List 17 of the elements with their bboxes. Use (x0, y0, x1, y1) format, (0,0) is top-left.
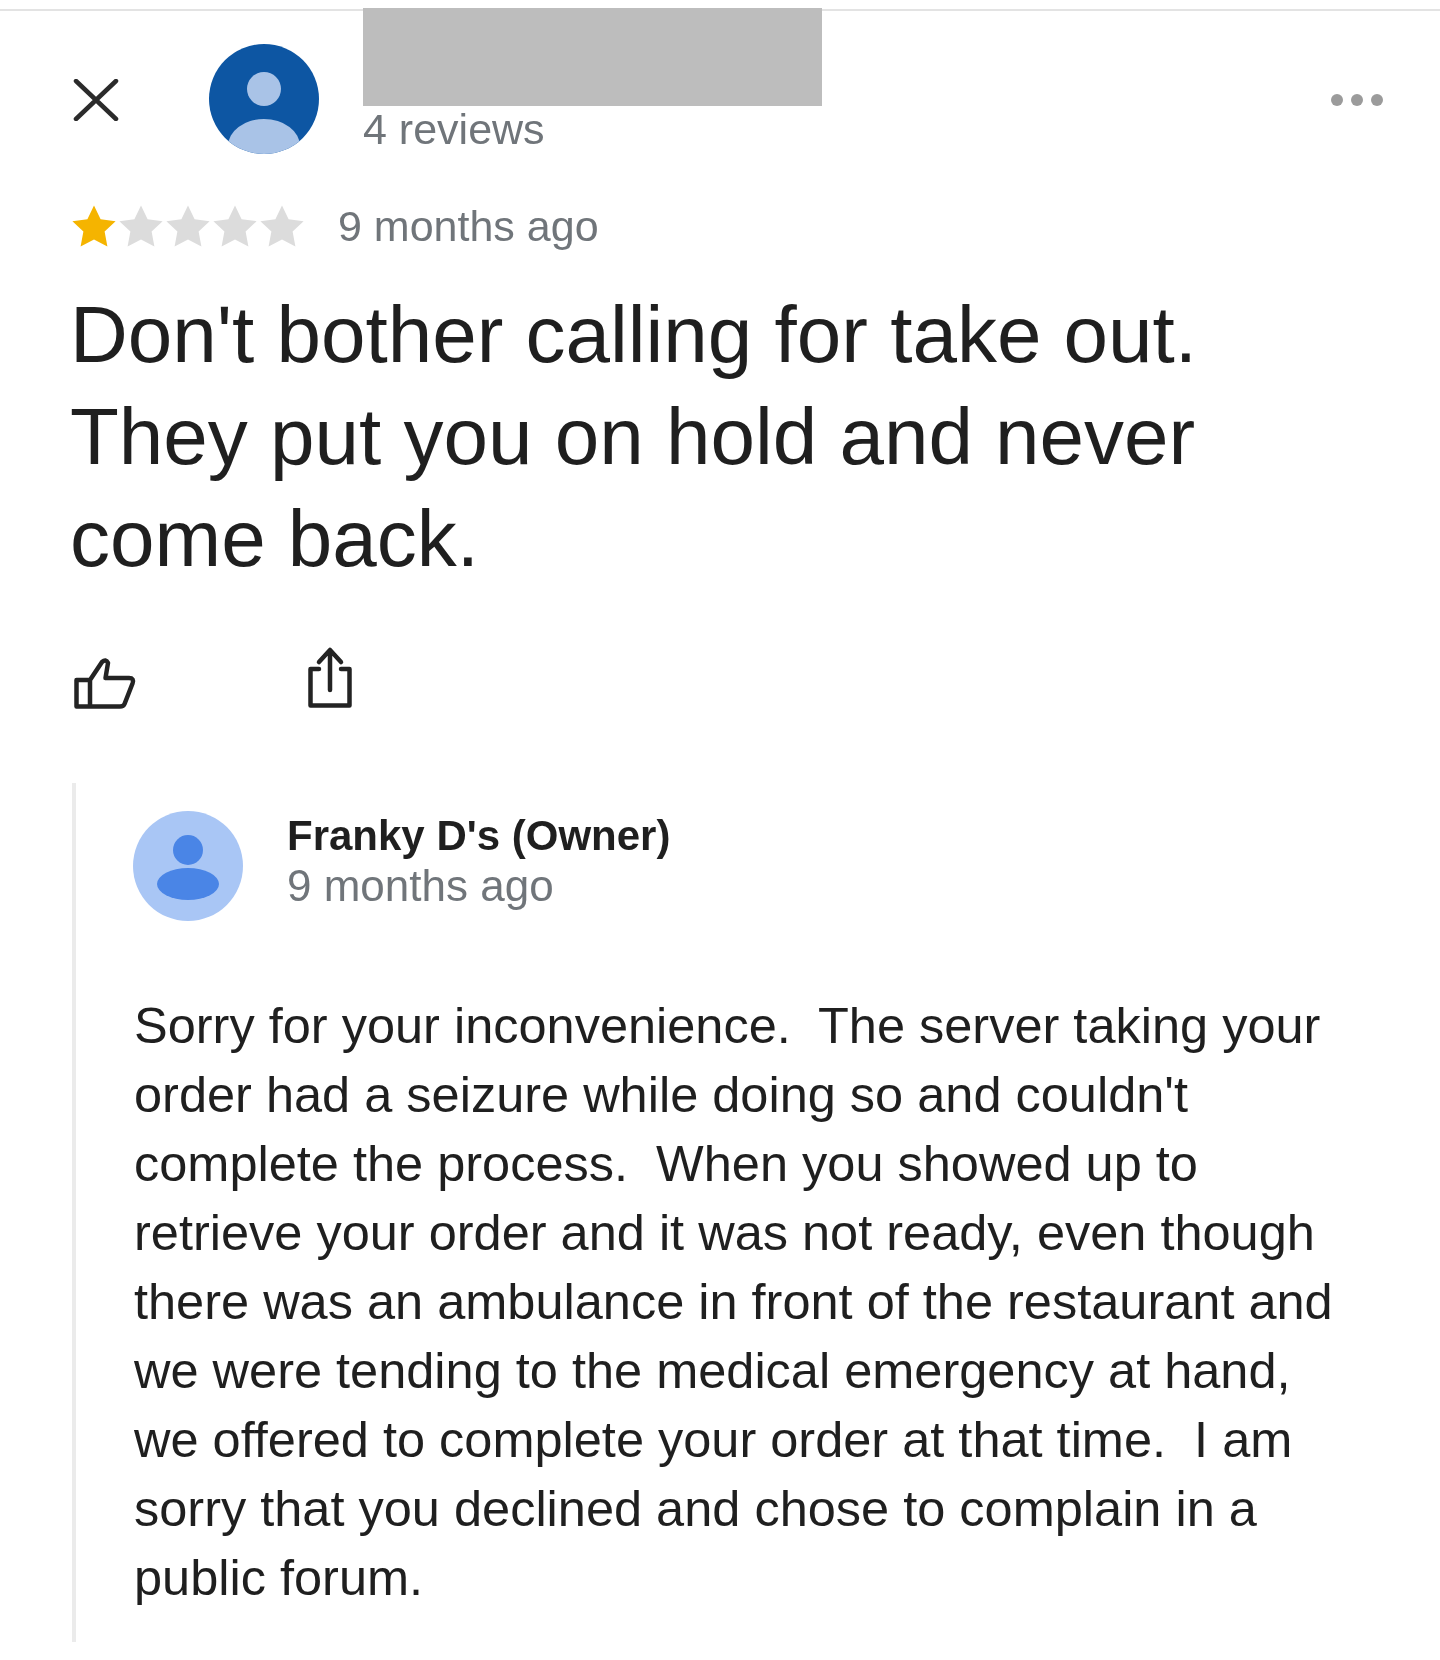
review-time: 9 months ago (338, 202, 599, 250)
owner-name: Franky D's (Owner) (287, 811, 671, 861)
star-icon (166, 205, 210, 247)
more-options-icon[interactable] (1330, 93, 1384, 107)
avatar-icon (209, 44, 319, 154)
review-text: Don't bother calling for take out. They put you on hold and never come back. (70, 289, 1199, 585)
avatar-icon (133, 811, 243, 921)
close-icon[interactable] (72, 79, 120, 121)
star-icon (260, 205, 304, 247)
thumbs-up-icon[interactable] (74, 657, 136, 709)
reply-time: 9 months ago (287, 861, 554, 911)
review-count: 4 reviews (363, 106, 545, 152)
reply-text: Sorry for your inconvenience. The server taking your order had a seizure while doing so and couldn't complete the process. When you showed up to retrieve your order and it was not ready, even though there was an ambulance in front of the restaurant and we were tending to the medical emergency at hand, we offered to complete your order at that time. I am sorry that you declined and chose to complain in a public forum. (134, 996, 1334, 1608)
share-icon[interactable] (307, 646, 353, 709)
star-icon (119, 205, 163, 247)
star-icon (213, 205, 257, 247)
star-icon (72, 205, 116, 247)
